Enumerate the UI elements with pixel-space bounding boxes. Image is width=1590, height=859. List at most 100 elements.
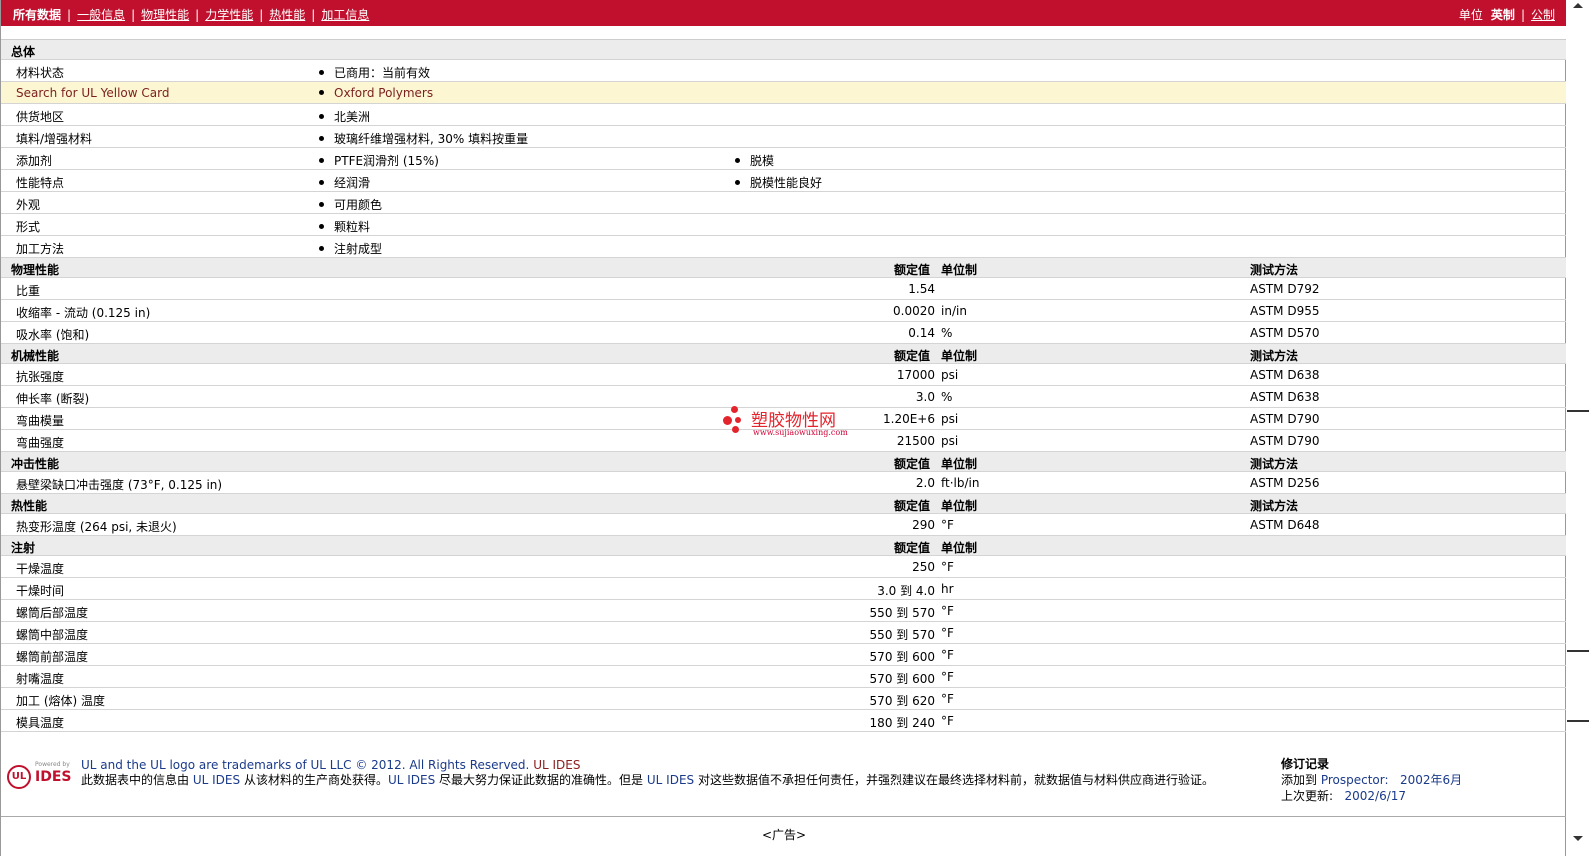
header-unit: 单位制 bbox=[941, 263, 978, 277]
property-unit: °F bbox=[941, 626, 954, 640]
footer: UL Powered by IDES UL and the UL logo ar… bbox=[1, 756, 1567, 817]
row-value-text: 已商用：当前有效 bbox=[334, 66, 431, 80]
property-value: 570 到 600 bbox=[869, 650, 935, 664]
property-label: 抗张强度 bbox=[16, 370, 65, 384]
header-value: 额定值 bbox=[894, 499, 931, 513]
row-label: 性能特点 bbox=[16, 176, 65, 190]
trademark-notice: UL and the UL logo are trademarks of UL … bbox=[81, 758, 580, 772]
bullet-icon bbox=[319, 158, 324, 163]
watermark-url: www.sujiaowuxing.com bbox=[753, 428, 848, 437]
property-unit: hr bbox=[941, 582, 954, 596]
header-value: 额定值 bbox=[894, 457, 931, 471]
row-value-text: 玻璃纤维增强材料, 30% 填料按重量 bbox=[334, 132, 529, 146]
disclaimer-ul-ides: UL IDES bbox=[646, 773, 695, 787]
yellow-card-row[interactable]: Search for UL Yellow Card Oxford Polymers bbox=[1, 82, 1567, 104]
test-method: ASTM D638 bbox=[1250, 368, 1320, 382]
property-label: 螺筒后部温度 bbox=[16, 606, 89, 620]
property-value: 3.0 bbox=[915, 390, 935, 404]
property-unit: °F bbox=[941, 518, 954, 532]
property-row: 比重 1.54 ASTM D792 bbox=[1, 278, 1567, 300]
row-value-text: 颗粒料 bbox=[334, 220, 371, 234]
revision-added: 添加到 Prospector: 2002年6月 bbox=[1281, 772, 1462, 788]
row-label: 形式 bbox=[16, 220, 41, 234]
disclaimer-text: 对这些数据值不承担任何责任，并强烈建议在最终选择材料前，就数据值与材料供应商进行… bbox=[697, 773, 1214, 787]
header-method: 测试方法 bbox=[1250, 349, 1299, 363]
row-label: 加工方法 bbox=[16, 242, 65, 256]
ul-ides-link[interactable]: UL IDES bbox=[533, 758, 580, 772]
scroll-thumb-marker bbox=[1567, 410, 1589, 412]
property-unit: ft·lb/in bbox=[941, 476, 980, 490]
general-row: 性能特点 经润滑 脱模性能良好 bbox=[1, 170, 1567, 192]
ul-logo-icon: UL bbox=[7, 765, 31, 789]
property-row: 螺筒后部温度 550 到 570 °F bbox=[1, 600, 1567, 622]
nav-mechanical[interactable]: 力学性能 bbox=[205, 8, 253, 22]
property-row: 模具温度 180 到 240 °F bbox=[1, 710, 1567, 732]
revision-added-source: Prospector: bbox=[1320, 773, 1389, 787]
property-label: 射嘴温度 bbox=[16, 672, 65, 686]
test-method: ASTM D638 bbox=[1250, 390, 1320, 404]
disclaimer-ul-ides: UL IDES bbox=[192, 773, 241, 787]
property-unit: °F bbox=[941, 692, 954, 706]
property-unit: psi bbox=[941, 368, 959, 382]
nav-all-data[interactable]: 所有数据 bbox=[13, 8, 61, 22]
section-nav: 所有数据 | 一般信息 | 物理性能 | 力学性能 | 热性能 | 加工信息 bbox=[13, 6, 369, 23]
vertical-scrollbar[interactable] bbox=[1566, 0, 1590, 856]
property-label: 热变形温度 (264 psi, 未退火) bbox=[16, 520, 177, 534]
property-row: 悬壁梁缺口冲击强度 (73°F, 0.125 in) 2.0 ft·lb/in AST… bbox=[1, 472, 1567, 494]
section-title: 冲击性能 bbox=[11, 457, 60, 471]
property-value: 180 到 240 bbox=[869, 716, 935, 730]
nav-general-info[interactable]: 一般信息 bbox=[77, 8, 125, 22]
row-value-text: 经润滑 bbox=[334, 176, 371, 190]
row-value-2: 脱模 bbox=[735, 152, 774, 169]
units-separator: | bbox=[1520, 8, 1525, 22]
scroll-down-arrow-icon[interactable] bbox=[1573, 836, 1583, 841]
datasheet-page: 所有数据 | 一般信息 | 物理性能 | 力学性能 | 热性能 | 加工信息 单位 英制 | 公制 总体材… bbox=[0, 0, 1567, 856]
nav-thermal[interactable]: 热性能 bbox=[269, 8, 305, 22]
section-header-physical: 物理性能 额定值 单位制 测试方法 bbox=[1, 258, 1567, 278]
property-value: 570 到 620 bbox=[869, 694, 935, 708]
units-metric-link[interactable]: 公制 bbox=[1531, 8, 1555, 22]
property-label: 螺筒前部温度 bbox=[16, 650, 89, 664]
test-method: ASTM D790 bbox=[1250, 412, 1320, 426]
section-title: 物理性能 bbox=[11, 263, 60, 277]
row-value-text: 脱模性能良好 bbox=[750, 176, 823, 190]
row-value-text[interactable]: Oxford Polymers bbox=[334, 86, 433, 100]
disclaimer-text: 尽最大努力保证此数据的准确性。但是 bbox=[439, 773, 644, 787]
bullet-icon bbox=[319, 70, 324, 75]
property-value: 2.0 bbox=[915, 476, 935, 490]
property-value: 0.14 bbox=[908, 326, 935, 340]
property-row: 射嘴温度 570 到 600 °F bbox=[1, 666, 1567, 688]
bullet-icon bbox=[319, 224, 324, 229]
property-label: 悬壁梁缺口冲击强度 (73°F, 0.125 in) bbox=[16, 478, 223, 492]
bullet-icon bbox=[319, 180, 324, 185]
property-unit: in/in bbox=[941, 304, 967, 318]
advertisement-label: <广告> bbox=[761, 828, 807, 842]
property-label: 伸长率 (断裂) bbox=[16, 392, 90, 406]
row-label: 填料/增强材料 bbox=[16, 132, 93, 146]
property-row: 吸水率 (饱和) 0.14% ASTM D570 bbox=[1, 322, 1567, 344]
scroll-up-arrow-icon[interactable] bbox=[1573, 3, 1583, 8]
property-value: 0.0020 bbox=[893, 304, 935, 318]
revision-updated: 上次更新: 2002/6/17 bbox=[1281, 788, 1462, 804]
header-method: 测试方法 bbox=[1250, 457, 1299, 471]
row-value-1: 注射成型 bbox=[319, 240, 382, 257]
property-row: 螺筒中部温度 550 到 570 °F bbox=[1, 622, 1567, 644]
general-row: 外观 可用颜色 bbox=[1, 192, 1567, 214]
nav-separator: | bbox=[195, 8, 200, 22]
row-label: Search for UL Yellow Card bbox=[16, 86, 170, 100]
ul-ides-logo: UL Powered by IDES bbox=[7, 761, 71, 791]
section-header-mechanical: 机械性能 额定值 单位制 测试方法 bbox=[1, 344, 1567, 364]
top-nav-bar: 所有数据 | 一般信息 | 物理性能 | 力学性能 | 热性能 | 加工信息 单位 英制 | 公制 bbox=[1, 0, 1567, 26]
watermark-dot bbox=[723, 416, 732, 425]
property-value: 1.20E+6 bbox=[883, 412, 935, 426]
property-value: 250 bbox=[912, 560, 935, 574]
revision-title: 修订记录 bbox=[1281, 757, 1330, 771]
general-row: 填料/增强材料 玻璃纤维增强材料, 30% 填料按重量 bbox=[1, 126, 1567, 148]
nav-physical[interactable]: 物理性能 bbox=[141, 8, 189, 22]
nav-processing[interactable]: 加工信息 bbox=[321, 8, 369, 22]
logo-powered-by: Powered by bbox=[35, 761, 70, 768]
header-value: 额定值 bbox=[894, 541, 931, 555]
row-label: 外观 bbox=[16, 198, 41, 212]
row-value-2: 脱模性能良好 bbox=[735, 174, 822, 191]
section-title: 总体 bbox=[11, 45, 36, 59]
